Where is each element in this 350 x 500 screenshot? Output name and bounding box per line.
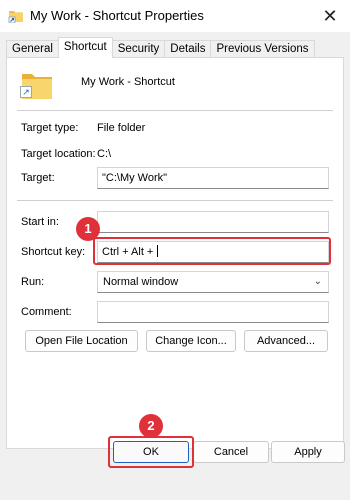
comment-field[interactable]	[97, 301, 329, 323]
start-in-field[interactable]	[97, 211, 329, 233]
tab-strip: General Shortcut Security Details Previo…	[6, 37, 315, 58]
step-2-badge: 2	[139, 414, 163, 438]
window-title: My Work - Shortcut Properties	[30, 8, 204, 23]
run-select[interactable]: Normal window ⌄	[97, 271, 329, 293]
change-icon-button[interactable]: Change Icon...	[146, 330, 236, 352]
run-select-value: Normal window	[103, 276, 179, 288]
tab-general[interactable]: General	[6, 40, 59, 58]
tab-details[interactable]: Details	[164, 40, 212, 58]
text-cursor	[157, 245, 159, 257]
divider	[17, 110, 333, 111]
cancel-button[interactable]: Cancel	[193, 441, 269, 463]
start-in-label: Start in:	[21, 216, 59, 228]
advanced-button[interactable]: Advanced...	[244, 330, 328, 352]
target-label: Target:	[21, 172, 55, 184]
target-type-label: Target type:	[21, 122, 79, 134]
target-location-value: C:\	[97, 148, 112, 160]
shortcut-key-field[interactable]: Ctrl + Alt +	[97, 241, 329, 263]
tab-previous-versions[interactable]: Previous Versions	[210, 40, 315, 58]
ok-button[interactable]: OK	[113, 441, 189, 463]
chevron-down-icon: ⌄	[313, 276, 322, 287]
apply-button[interactable]: Apply	[271, 441, 345, 463]
run-label: Run:	[21, 276, 45, 288]
folder-shortcut-icon	[8, 11, 23, 23]
divider	[17, 200, 333, 201]
close-icon: ✕	[322, 5, 338, 26]
target-field[interactable]: "C:\My Work"	[97, 167, 329, 189]
shortcut-key-label: Shortcut key:	[21, 246, 86, 258]
tab-security[interactable]: Security	[111, 40, 166, 58]
step-1-badge: 1	[76, 217, 100, 241]
shortcut-name: My Work - Shortcut	[81, 76, 175, 88]
shortcut-tab-panel: ↗ My Work - Shortcut Target type: File f…	[6, 57, 344, 449]
shortcut-arrow-icon: ↗	[20, 86, 32, 98]
comment-label: Comment:	[21, 306, 72, 318]
target-location-label: Target location:	[21, 148, 96, 160]
tab-shortcut[interactable]: Shortcut	[57, 37, 113, 58]
open-file-location-button[interactable]: Open File Location	[25, 330, 138, 352]
title-bar: My Work - Shortcut Properties ✕	[0, 0, 350, 32]
target-type-value: File folder	[97, 122, 146, 134]
shortcut-key-value: Ctrl + Alt +	[102, 246, 157, 258]
close-button[interactable]: ✕	[310, 0, 350, 32]
